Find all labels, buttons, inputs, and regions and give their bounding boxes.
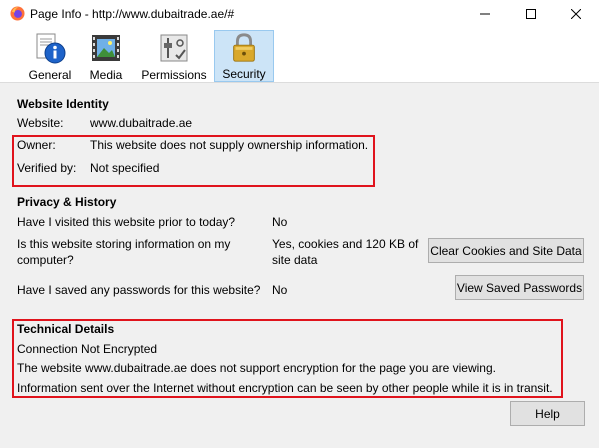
minimize-button[interactable]: [462, 0, 508, 28]
tab-general[interactable]: General: [27, 30, 73, 82]
firefox-icon: [10, 6, 25, 21]
tab-permissions-label: Permissions: [141, 68, 207, 82]
website-identity-heading: Website Identity: [17, 97, 109, 111]
passwords-question: Have I saved any passwords for this webs…: [17, 283, 261, 297]
owner-value: This website does not supply ownership i…: [90, 138, 369, 152]
lock-icon: [233, 33, 255, 62]
tab-security[interactable]: Security: [214, 30, 274, 82]
maximize-icon: [526, 9, 536, 19]
storing-question-line2: computer?: [17, 253, 74, 267]
tab-media[interactable]: Media: [83, 30, 129, 82]
view-saved-passwords-button[interactable]: View Saved Passwords: [455, 275, 584, 300]
storing-question-line1: Is this website storing information on m…: [17, 237, 231, 251]
tab-security-label: Security: [222, 67, 266, 81]
verified-by-value: Not specified: [90, 161, 160, 175]
minimize-icon: [480, 13, 490, 15]
technical-details-heading: Technical Details: [17, 322, 115, 336]
passwords-answer: No: [272, 283, 288, 297]
tab-media-label: Media: [89, 68, 123, 82]
encryption-note-line1: The website www.dubaitrade.ae does not s…: [17, 361, 496, 375]
tab-general-label: General: [28, 68, 72, 82]
visited-answer: No: [272, 215, 288, 229]
permissions-icon: [160, 34, 188, 62]
website-value: www.dubaitrade.ae: [90, 116, 193, 130]
clear-cookies-button[interactable]: Clear Cookies and Site Data: [428, 238, 584, 263]
connection-status: Connection Not Encrypted: [17, 342, 158, 356]
verified-by-label: Verified by:: [17, 161, 77, 175]
encryption-note-line2: Information sent over the Internet witho…: [17, 381, 553, 395]
owner-label: Owner:: [17, 138, 56, 152]
storing-answer-line1: Yes, cookies and 120 KB of: [272, 237, 419, 251]
info-icon: [36, 33, 66, 64]
visited-question: Have I visited this website prior to tod…: [17, 215, 236, 229]
help-button[interactable]: Help: [510, 401, 585, 426]
tab-permissions[interactable]: Permissions: [139, 30, 209, 82]
storing-answer-line2: site data: [272, 253, 318, 267]
maximize-button[interactable]: [508, 0, 554, 28]
privacy-history-heading: Privacy & History: [17, 195, 117, 209]
window-title: Page Info - http://www.dubaitrade.ae/#: [30, 7, 235, 21]
tab-toolbar: General Media Permissions Security: [0, 28, 599, 83]
title-bar: Page Info - http://www.dubaitrade.ae/#: [0, 0, 599, 28]
close-button[interactable]: [553, 0, 599, 28]
website-label: Website:: [17, 116, 64, 130]
security-panel: Website Identity Website: www.dubaitrade…: [0, 84, 599, 448]
close-icon: [571, 9, 581, 19]
media-icon: [92, 35, 120, 61]
